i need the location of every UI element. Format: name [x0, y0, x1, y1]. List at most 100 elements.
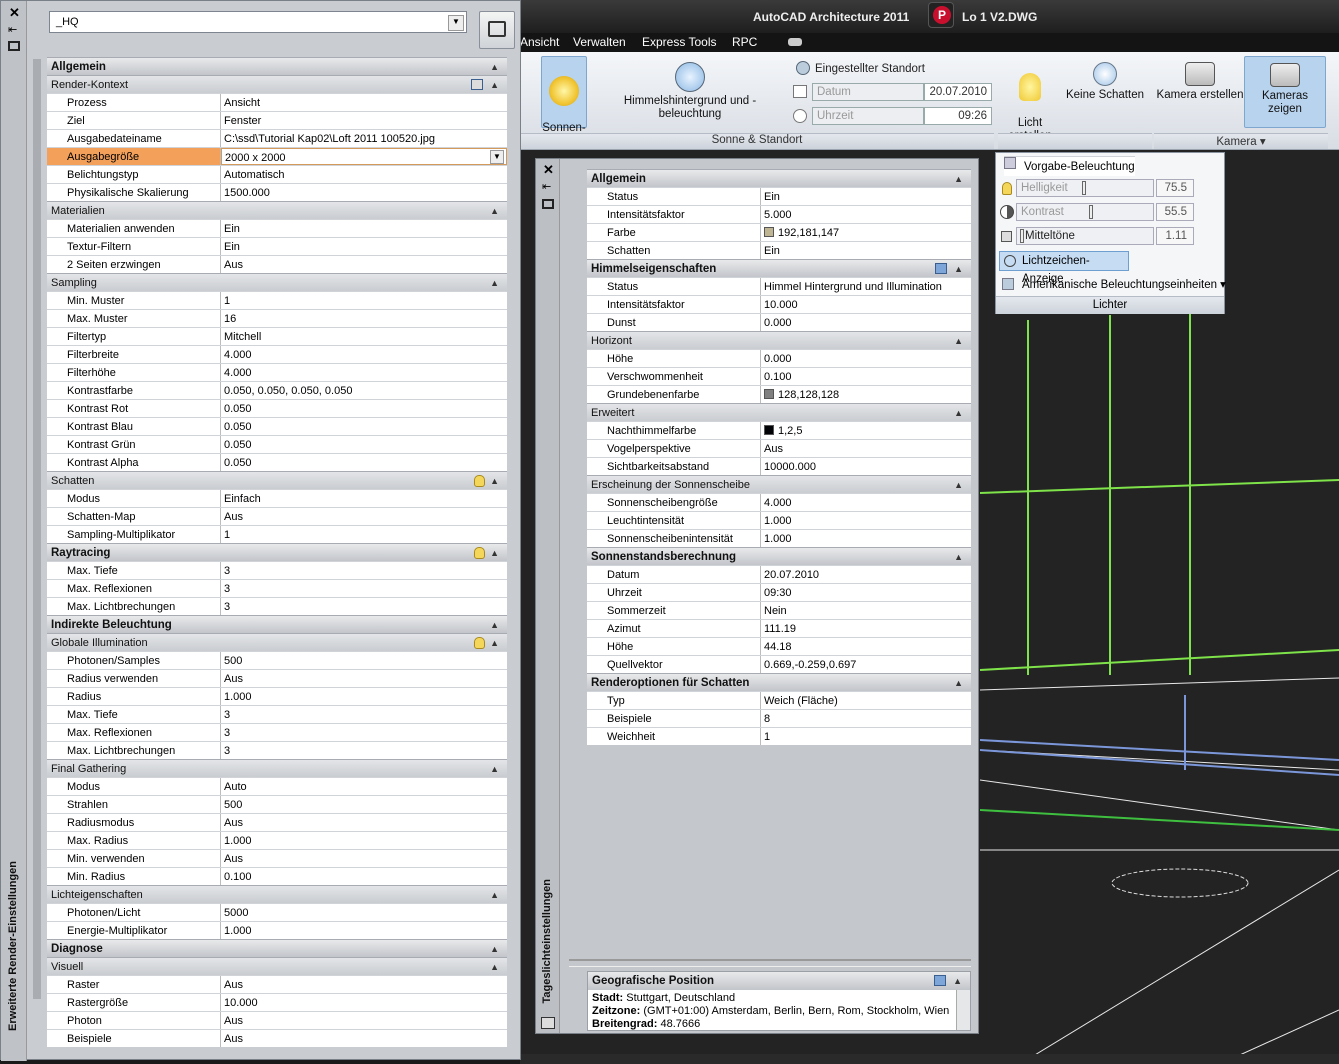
property-value[interactable]: 0.100 — [221, 868, 507, 885]
property-value[interactable]: 3 — [221, 562, 507, 579]
property-value[interactable]: Ansicht — [221, 94, 507, 111]
brightness-slider[interactable]: Helligkeit — [1016, 179, 1154, 197]
property-value[interactable]: 0.050 — [221, 454, 507, 471]
section-erscheinung-der-sonnenscheibe[interactable]: Erscheinung der Sonnenscheibe ▲ — [587, 475, 971, 493]
property-value[interactable]: Fenster — [221, 112, 507, 129]
property-value[interactable]: Himmel Hintergrund und Illumination — [761, 278, 971, 295]
property-value[interactable]: 4.000 — [221, 364, 507, 381]
autohide-icon[interactable]: ⇤ — [542, 180, 551, 193]
section-himmelseigenschaften[interactable]: Himmelseigenschaften ▲ — [587, 259, 971, 277]
contrast-thumb[interactable] — [1089, 205, 1093, 219]
property-value[interactable]: Aus — [221, 1030, 507, 1047]
splitter[interactable] — [569, 959, 971, 967]
property-value[interactable]: Automatisch — [221, 166, 507, 183]
property-value[interactable]: Aus — [761, 440, 971, 457]
section-visuell[interactable]: Visuell ▲ — [47, 957, 507, 975]
no-shadows-button[interactable]: Keine Schatten — [1064, 56, 1146, 128]
section-horizont[interactable]: Horizont ▲ — [587, 331, 971, 349]
brightness-value[interactable]: 75.5 — [1156, 179, 1194, 197]
property-value[interactable]: 8 — [761, 710, 971, 727]
collapse-icon[interactable]: ▲ — [490, 940, 499, 958]
property-value[interactable]: 09:30 — [761, 584, 971, 601]
property-value[interactable]: 4.000 — [221, 346, 507, 363]
section-raytracing[interactable]: Raytracing ▲ — [47, 543, 507, 561]
brightness-thumb[interactable] — [1082, 181, 1086, 195]
collapse-icon[interactable]: ▲ — [954, 332, 963, 350]
property-value[interactable]: 3 — [221, 742, 507, 759]
location-button[interactable]: Eingestellter Standort — [796, 61, 925, 75]
sun-status-button[interactable]: Sonnen- stand — [541, 56, 587, 147]
section-indirekte-beleuchtung[interactable]: Indirekte Beleuchtung ▲ — [47, 615, 507, 633]
section-sonnenstandsberechnung[interactable]: Sonnenstandsberechnung ▲ — [587, 547, 971, 565]
collapse-icon[interactable]: ▲ — [954, 260, 963, 278]
property-value[interactable]: 0.050 — [221, 436, 507, 453]
property-value[interactable]: 3 — [221, 724, 507, 741]
close-icon[interactable]: ✕ — [9, 5, 20, 21]
collapse-icon[interactable]: ▲ — [490, 634, 499, 652]
menu-ansicht[interactable]: Ansicht — [520, 35, 559, 49]
section-materialien[interactable]: Materialien ▲ — [47, 201, 507, 219]
midtones-value[interactable]: 1.11 — [1156, 227, 1194, 245]
section-renderoptionen-fur-schatten[interactable]: Renderoptionen für Schatten ▲ — [587, 673, 971, 691]
property-value[interactable]: Aus — [221, 670, 507, 687]
collapse-icon[interactable]: ▲ — [490, 472, 499, 490]
property-value[interactable]: C:\ssd\Tutorial Kap02\Loft 2011 100520.j… — [221, 130, 507, 147]
property-value[interactable]: Aus — [221, 1012, 507, 1029]
glyph-display-toggle[interactable]: Lichtzeichen-Anzeige — [999, 251, 1129, 285]
property-value[interactable]: Nein — [761, 602, 971, 619]
property-value[interactable]: Ein — [221, 220, 507, 237]
property-value[interactable]: 0.000 — [761, 350, 971, 367]
property-value[interactable]: Auto — [221, 778, 507, 795]
menu-express-tools[interactable]: Express Tools — [642, 35, 716, 49]
collapse-icon[interactable]: ▲ — [490, 274, 499, 292]
contrast-slider[interactable]: Kontrast — [1016, 203, 1154, 221]
palette-scrollbar[interactable] — [33, 59, 41, 999]
menu-rpc[interactable]: RPC — [732, 35, 757, 49]
property-value[interactable]: 128,128,128 — [761, 386, 971, 403]
midtones-slider[interactable]: Mitteltöne — [1016, 227, 1154, 245]
american-units-item[interactable]: Amerikanische Beleuchtungseinheiten ▾ — [1002, 277, 1226, 291]
section-render-kontext[interactable]: Render-Kontext ▲ — [47, 75, 507, 93]
date-slider[interactable]: Datum — [812, 83, 924, 101]
lightbulb-icon[interactable] — [474, 475, 485, 487]
section-schatten[interactable]: Schatten ▲ — [47, 471, 507, 489]
property-value[interactable]: 1 — [221, 526, 507, 543]
monitor-icon[interactable] — [934, 975, 946, 986]
property-value[interactable]: 44.18 — [761, 638, 971, 655]
collapse-icon[interactable]: ▲ — [490, 616, 499, 634]
property-value[interactable]: Mitchell — [221, 328, 507, 345]
geo-position-header[interactable]: Geografische Position ▲ — [588, 972, 970, 990]
collapse-icon[interactable]: ▲ — [490, 58, 499, 76]
property-value[interactable]: 2000 x 2000 ▼ — [221, 148, 507, 165]
lightbulb-icon[interactable] — [474, 547, 485, 559]
property-value[interactable]: Aus — [221, 508, 507, 525]
monitor-icon[interactable] — [935, 263, 947, 274]
property-value[interactable]: 3 — [221, 706, 507, 723]
property-value[interactable]: 10.000 — [761, 296, 971, 313]
property-value[interactable]: 20.07.2010 — [761, 566, 971, 583]
create-camera-button[interactable]: Kamera erstellen — [1156, 56, 1244, 128]
property-value[interactable]: 1.000 — [761, 512, 971, 529]
collapse-icon[interactable]: ▲ — [954, 170, 963, 188]
sky-background-button[interactable]: Himmelshintergrund und -beleuchtung — [594, 56, 786, 128]
time-value[interactable]: 09:26 — [924, 107, 992, 125]
property-value[interactable]: 1.000 — [221, 832, 507, 849]
property-value[interactable]: 5.000 — [761, 206, 971, 223]
property-value[interactable]: 16 — [221, 310, 507, 327]
section-erweitert[interactable]: Erweitert ▲ — [587, 403, 971, 421]
section-globale-illumination[interactable]: Globale Illumination ▲ — [47, 633, 507, 651]
preset-select[interactable]: _HQ ▼ — [49, 11, 467, 33]
property-value[interactable]: 192,181,147 — [761, 224, 971, 241]
properties-icon[interactable] — [8, 41, 20, 51]
collapse-icon[interactable]: ▲ — [490, 544, 499, 562]
collapse-icon[interactable]: ▲ — [490, 886, 499, 904]
collapse-icon[interactable]: ▲ — [490, 76, 499, 94]
collapse-icon[interactable]: ▲ — [953, 972, 962, 990]
property-value[interactable]: 1 — [761, 728, 971, 745]
close-icon[interactable]: ✕ — [543, 162, 554, 178]
property-value[interactable]: 1 — [221, 292, 507, 309]
section-diagnose[interactable]: Diagnose ▲ — [47, 939, 507, 957]
property-value[interactable]: 1,2,5 — [761, 422, 971, 439]
property-value[interactable]: Ein — [221, 238, 507, 255]
section-allgemein[interactable]: Allgemein ▲ — [47, 57, 507, 75]
